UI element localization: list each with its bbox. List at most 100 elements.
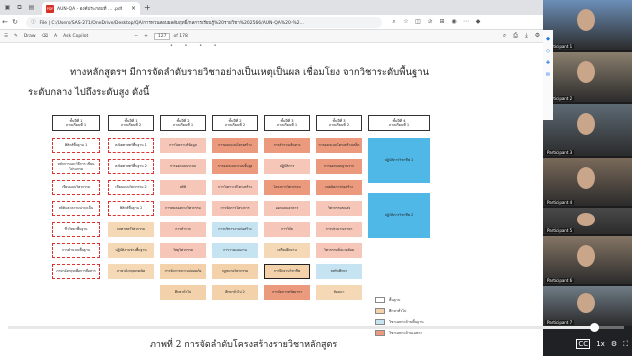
skip-back-icon[interactable]: ↺ bbox=[24, 339, 40, 349]
course-box-c1-5: ชีววิทยาพื้นฐาน bbox=[52, 222, 100, 237]
course-box-c4-5: การบริหารงานก่อสร้าง bbox=[212, 222, 258, 237]
participant-tile[interactable]: Participant 7 bbox=[543, 286, 632, 326]
ask-copilot-button[interactable]: Ask Copilot bbox=[63, 34, 88, 39]
level-line-2: ภาคเรียนที่ 2 bbox=[120, 123, 142, 127]
participant-tile[interactable]: Participant 2 bbox=[543, 52, 632, 102]
speed-button[interactable]: 1x bbox=[596, 340, 605, 348]
address-bar-row: ← ↻ ⓘ File | C:/Users/SAS-271/OneDrive/D… bbox=[0, 15, 543, 30]
level-line-2: ภาคเรียนที่ 1 bbox=[388, 123, 410, 127]
tab-title: AUN-QA - องค์ประกอบที่ ... .pdf bbox=[57, 7, 123, 12]
zoom-icon[interactable]: ⌕ bbox=[388, 18, 400, 26]
copilot-sidebar-icon[interactable]: ◆ bbox=[543, 36, 553, 42]
course-box-c3-6: วัสดุวิศวกรรม bbox=[160, 243, 206, 258]
participant-name: Participant 7 bbox=[545, 320, 575, 325]
course-box-c1-6: การคำนวณพื้นฐาน bbox=[52, 243, 100, 258]
course-box-c4-2: การออกแบบระบบขั้นสูง bbox=[212, 159, 258, 174]
course-box-c4-8: ศึกษาทั่วไป 2 bbox=[212, 285, 258, 300]
legend-swatch bbox=[375, 308, 385, 314]
course-box-c6-3: เทคนิคการก่อสร้าง bbox=[316, 180, 362, 195]
copilot-icon[interactable]: ◆ bbox=[472, 18, 484, 26]
course-box-c4-4: การจัดการโครงการ bbox=[212, 201, 258, 216]
course-box-c6-7: สหกิจศึกษา bbox=[316, 264, 362, 279]
participant-avatar bbox=[577, 61, 595, 83]
eraser-icon[interactable]: ⌫ bbox=[42, 34, 48, 39]
course-box-c6-6: วิศวกรรมสิ่งแวดล้อม bbox=[316, 243, 362, 258]
course-box-c3-7: การจัดการความปลอดภัย bbox=[160, 264, 206, 279]
course-box-c6-2: การออกแบบฐานราก bbox=[316, 159, 362, 174]
settings-gear-icon[interactable]: ⚙ bbox=[611, 340, 617, 348]
tools-icon[interactable]: ✚ bbox=[543, 60, 553, 66]
progress-knob[interactable] bbox=[590, 323, 600, 332]
more-icon[interactable]: ⋯ bbox=[460, 18, 472, 26]
collections-icon[interactable]: ⊞ bbox=[436, 18, 448, 26]
profile-icon[interactable]: ◉ bbox=[448, 18, 460, 26]
course-box-c7-2: ปฏิบัติการวิชาชีพ 2 bbox=[368, 193, 430, 238]
course-box-c2-5: กลศาสตร์วิศวกรรม bbox=[108, 222, 154, 237]
window-menu-icon[interactable]: ▣ bbox=[3, 3, 12, 12]
pdf-toolbar: ☰ ✎ Draw ⌫ A Ask Copilot − + 127 of 178 … bbox=[0, 30, 543, 43]
tab-pdf[interactable]: PDF AUN-QA - องค์ประกอบที่ ... .pdf × bbox=[42, 2, 140, 15]
participant-name: Participant 4 bbox=[545, 200, 575, 205]
participant-tile[interactable]: Participant 6 bbox=[543, 236, 632, 284]
video-progress-bar[interactable] bbox=[8, 323, 624, 332]
split-screen-icon[interactable]: ◫ bbox=[412, 18, 424, 26]
tab-actions-icon[interactable]: ⧉ bbox=[15, 3, 24, 12]
star-icon[interactable]: ☆ bbox=[400, 18, 412, 26]
draw-button[interactable]: Draw bbox=[24, 34, 36, 39]
participant-panel: Participant 1 Participant 2 Participant 3 P… bbox=[543, 0, 632, 326]
volume-icon[interactable]: 🔈︎ bbox=[64, 339, 80, 349]
time-total: 2:17:19 bbox=[121, 340, 149, 348]
skip-forward-icon[interactable]: ↻ bbox=[44, 339, 60, 349]
level-line-2: ภาคเรียนที่ 1 bbox=[65, 123, 87, 127]
close-icon[interactable]: × bbox=[131, 5, 136, 12]
course-box-c2-6: ปฏิบัติงานช่างพื้นฐาน bbox=[108, 243, 154, 258]
participant-avatar bbox=[577, 9, 595, 31]
search-icon[interactable]: ⌕ bbox=[499, 32, 510, 40]
new-tab-button[interactable]: + bbox=[144, 3, 151, 12]
vertical-tabs-icon[interactable]: ▤ bbox=[27, 3, 36, 12]
address-input[interactable]: ⓘ File | C:/Users/SAS-271/OneDrive/Deskt… bbox=[26, 16, 382, 28]
save-icon[interactable]: ⤓ bbox=[521, 32, 532, 40]
legend-item: วิชาเฉพาะด้านพื้นฐาน bbox=[375, 319, 424, 325]
page-number-input[interactable]: 127 bbox=[153, 32, 171, 40]
course-box-c2-3: เขียนแบบวิศวกรรม 2 bbox=[108, 180, 154, 195]
course-box-c3-2: การออกแบบระบบ bbox=[160, 159, 206, 174]
zoom-out-button[interactable]: − bbox=[134, 34, 138, 39]
settings-icon[interactable]: ⚙ bbox=[532, 32, 543, 40]
shopping-icon[interactable]: ◇ bbox=[543, 48, 553, 54]
course-box-c3-3: สถิติ bbox=[160, 180, 206, 195]
favorites-icon[interactable]: ✰ bbox=[424, 18, 436, 26]
fullscreen-icon[interactable]: ⛶ bbox=[623, 340, 628, 349]
course-box-c5-8: การจัดการทรัพยากร bbox=[264, 285, 310, 300]
course-box-c1-4: สถิติและความน่าจะเป็น bbox=[52, 201, 100, 216]
course-box-c5-2: ปฏิบัติการ bbox=[264, 159, 310, 174]
participant-tile[interactable]: Participant 3 bbox=[543, 104, 632, 156]
participant-avatar bbox=[577, 113, 595, 136]
progress-fill bbox=[8, 326, 595, 329]
pdf-badge-icon: PDF bbox=[46, 4, 54, 13]
course-box-c4-6: การวางแผนงาน bbox=[212, 243, 258, 258]
reload-icon[interactable]: ↻ bbox=[10, 18, 20, 26]
course-box-c5-7: การฝึกงานวิชาชีพ bbox=[264, 264, 310, 279]
course-box-c5-3: โครงการวิศวกรรม bbox=[264, 180, 310, 195]
play-icon[interactable]: ▷ bbox=[4, 339, 20, 349]
zoom-in-button[interactable]: + bbox=[144, 34, 148, 39]
captions-button[interactable]: CC bbox=[576, 339, 591, 349]
outlook-icon[interactable]: ✉ bbox=[543, 72, 553, 78]
course-box-c2-1: คณิตศาสตร์พื้นฐาน 1 bbox=[108, 138, 154, 153]
read-aloud-icon[interactable]: A bbox=[54, 34, 57, 39]
participant-tile[interactable]: Participant 5 bbox=[543, 208, 632, 234]
course-box-c2-4: ฟิสิกส์พื้นฐาน 2 bbox=[108, 201, 154, 216]
participant-avatar bbox=[577, 166, 595, 189]
highlight-icon[interactable]: ✎ bbox=[14, 34, 18, 39]
course-box-c2-2: คณิตศาสตร์พื้นฐาน 2 bbox=[108, 159, 154, 174]
participant-tile[interactable]: Participant 4 bbox=[543, 158, 632, 206]
back-icon[interactable]: ← bbox=[0, 18, 10, 26]
print-icon[interactable]: ⎙ bbox=[510, 32, 521, 40]
contents-icon[interactable]: ☰ bbox=[4, 34, 8, 39]
participant-tile[interactable]: Participant 1 bbox=[543, 0, 632, 50]
controls-right: CC 1x ⚙ ⛶ bbox=[570, 339, 628, 349]
course-box-c5-4: ออกแบบอาคาร bbox=[264, 201, 310, 216]
pdf-page: • • • • ทางหลักสูตรฯ มีการจัดลำดับรายวิช… bbox=[0, 43, 543, 356]
course-box-c3-8: ศึกษาทั่วไป bbox=[160, 285, 206, 300]
